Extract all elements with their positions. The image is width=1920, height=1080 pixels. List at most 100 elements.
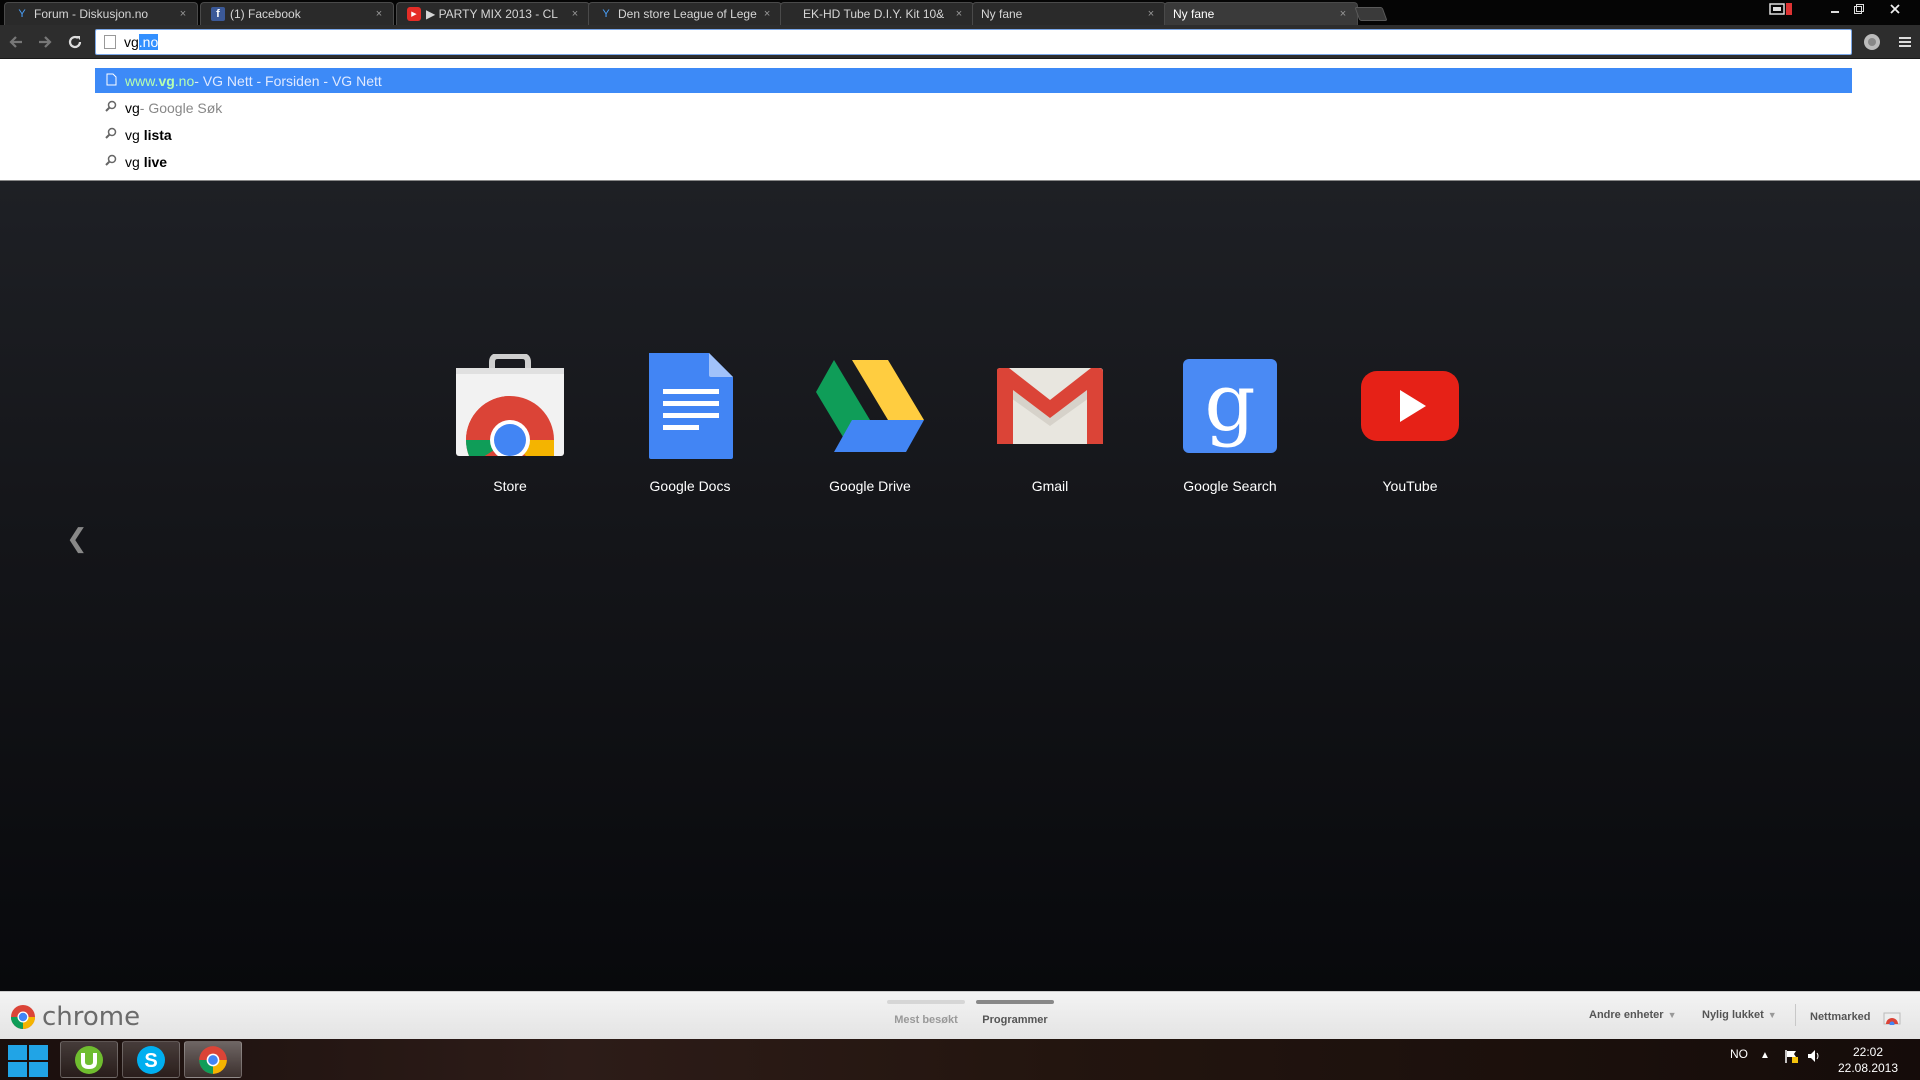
tab-title: (1) Facebook xyxy=(230,7,301,21)
suggestion-description: - Google Søk xyxy=(139,99,223,116)
close-icon[interactable]: × xyxy=(569,8,581,20)
suggestion-search-vg-lista[interactable]: vg lista xyxy=(95,122,1852,147)
show-hidden-icons-icon[interactable]: ▲ xyxy=(1760,1050,1770,1061)
suggestion-url: www.vg.no xyxy=(125,72,195,89)
back-arrow-icon[interactable] xyxy=(4,30,28,54)
windows-start-icon[interactable] xyxy=(6,1043,50,1077)
close-icon[interactable]: × xyxy=(1337,8,1349,20)
chrome-logo: chrome xyxy=(10,1002,140,1032)
google-search-icon: g xyxy=(1170,346,1290,466)
app-gmail[interactable]: Gmail xyxy=(975,346,1125,494)
tab-new-tab[interactable]: Ny fane × xyxy=(972,2,1166,25)
previous-page-arrow-icon[interactable]: ❮ xyxy=(66,523,88,554)
suggestion-text: vg xyxy=(125,99,140,116)
page-indicator-bar xyxy=(976,1000,1054,1004)
chrome-menu-icon[interactable] xyxy=(1893,30,1917,54)
app-store[interactable]: Store xyxy=(435,346,585,494)
other-devices-menu[interactable]: Andre enheter ▼ xyxy=(1589,1009,1677,1021)
tab-title: Ny fane xyxy=(1173,7,1215,21)
app-youtube[interactable]: YouTube xyxy=(1335,346,1485,494)
reload-icon[interactable] xyxy=(63,30,87,54)
close-icon[interactable]: × xyxy=(953,8,965,20)
chrome-web-store-icon xyxy=(450,346,570,466)
action-center-flag-icon[interactable] xyxy=(1783,1048,1799,1067)
menu-label: Nettmarked xyxy=(1810,1011,1871,1023)
tab-title: Den store League of Leger xyxy=(618,7,758,21)
page-switcher-label: Programmer xyxy=(982,1014,1048,1026)
suggestion-description: - VG Nett - Forsiden - VG Nett xyxy=(194,72,382,89)
tab-youtube-party-mix[interactable]: ▶ ▶ PARTY MIX 2013 - CL × xyxy=(396,2,590,25)
search-icon xyxy=(103,154,119,169)
taskbar-chrome[interactable] xyxy=(184,1041,242,1078)
suggestion-text: vg xyxy=(125,153,144,170)
google-drive-icon xyxy=(810,346,930,466)
taskbar-skype[interactable]: S xyxy=(122,1041,180,1078)
tab-title: EK-HD Tube D.I.Y. Kit 10& xyxy=(803,7,945,21)
window-switcher-icon[interactable] xyxy=(1766,0,1796,18)
facebook-favicon-icon: f xyxy=(211,7,225,21)
page-switcher-most-visited[interactable]: Mest besøkt xyxy=(887,1000,965,1034)
close-icon[interactable]: × xyxy=(1145,8,1157,20)
windows-taskbar: S NO ▲ 22:02 22.08.2013 xyxy=(0,1039,1920,1080)
app-label: Google Search xyxy=(1183,478,1277,494)
google-docs-icon xyxy=(630,346,750,466)
tab-facebook[interactable]: f (1) Facebook × xyxy=(200,2,394,25)
chrome-wordmark: chrome xyxy=(42,1002,141,1032)
ntp-bottom-bar: chrome Mest besøkt Programmer Andre enhe… xyxy=(0,991,1920,1039)
extension-icon[interactable] xyxy=(1860,30,1884,54)
youtube-icon xyxy=(1350,346,1470,466)
forward-arrow-icon[interactable] xyxy=(33,30,57,54)
minimize-icon[interactable] xyxy=(1824,0,1846,18)
new-tab-page: ❮ Store Google Docs Google Drive Gmail g… xyxy=(0,181,1920,991)
language-indicator[interactable]: NO xyxy=(1730,1047,1748,1061)
system-clock[interactable]: 22:02 22.08.2013 xyxy=(1828,1044,1908,1076)
search-icon xyxy=(103,127,119,142)
menu-label: Nylig lukket xyxy=(1702,1009,1764,1021)
app-label: YouTube xyxy=(1382,478,1438,494)
utorrent-icon xyxy=(75,1045,103,1074)
page-switcher-label: Mest besøkt xyxy=(894,1014,958,1026)
chrome-icon xyxy=(199,1045,227,1074)
diskusjon-favicon-icon: Y xyxy=(602,8,610,20)
toolbar: vg .no xyxy=(0,25,1920,59)
close-icon[interactable]: × xyxy=(761,8,773,20)
skype-icon: S xyxy=(137,1045,165,1074)
omnibox-typed-text: vg xyxy=(124,34,139,50)
app-label: Google Docs xyxy=(649,478,731,494)
address-bar[interactable]: vg .no xyxy=(95,29,1852,55)
close-icon[interactable]: × xyxy=(177,8,189,20)
recently-closed-menu[interactable]: Nylig lukket ▼ xyxy=(1702,1009,1777,1021)
close-window-icon[interactable] xyxy=(1880,0,1910,18)
tab-diskusjon-forum[interactable]: Y Forum - Diskusjon.no × xyxy=(4,2,198,25)
suggestion-vg-no[interactable]: www.vg.no - VG Nett - Forsiden - VG Nett xyxy=(95,68,1852,93)
search-icon xyxy=(103,100,119,115)
tab-new-tab-active[interactable]: Ny fane × xyxy=(1164,2,1358,25)
tab-ek-hd-tube[interactable]: EK-HD Tube D.I.Y. Kit 10& × xyxy=(780,2,974,25)
app-label: Gmail xyxy=(1031,478,1069,494)
suggestion-search-vg[interactable]: vg - Google Søk xyxy=(95,95,1852,120)
svg-text:g: g xyxy=(1204,358,1255,449)
restore-icon[interactable] xyxy=(1848,0,1870,18)
svg-text:S: S xyxy=(144,1050,157,1072)
close-icon[interactable]: × xyxy=(373,8,385,20)
page-icon xyxy=(104,35,116,49)
tab-title: Forum - Diskusjon.no xyxy=(34,7,149,21)
omnibox-autocomplete-selection: .no xyxy=(138,34,159,50)
page-icon xyxy=(103,73,119,89)
tab-strip: Y Forum - Diskusjon.no × f (1) Facebook … xyxy=(0,0,1920,25)
app-google-search[interactable]: g Google Search xyxy=(1155,346,1305,494)
volume-icon[interactable] xyxy=(1806,1048,1822,1067)
new-tab-button[interactable] xyxy=(1354,7,1388,21)
taskbar-utorrent[interactable] xyxy=(60,1041,118,1078)
web-store-link[interactable]: Nettmarked xyxy=(1810,1009,1901,1025)
divider xyxy=(1795,1004,1796,1026)
suggestion-completion: lista xyxy=(143,126,172,143)
tab-league-of-legends[interactable]: Y Den store League of Leger × xyxy=(588,2,782,25)
web-store-icon xyxy=(1883,1012,1901,1025)
suggestion-completion: live xyxy=(143,153,168,170)
page-switcher-apps[interactable]: Programmer xyxy=(976,1000,1054,1034)
omnibox-suggestions: www.vg.no - VG Nett - Forsiden - VG Nett… xyxy=(0,59,1920,181)
app-google-drive[interactable]: Google Drive xyxy=(795,346,945,494)
app-google-docs[interactable]: Google Docs xyxy=(615,346,765,494)
suggestion-search-vg-live[interactable]: vg live xyxy=(95,149,1852,174)
